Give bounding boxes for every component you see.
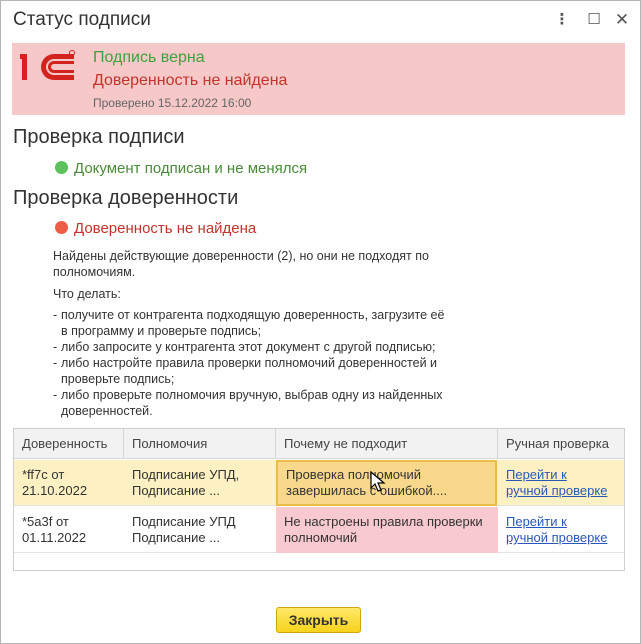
poa-check-heading: Проверка доверенности (13, 187, 239, 209)
list-item: - получите от контрагента подходящую дове… (53, 308, 445, 338)
poa-cell: *5a3f от 01.11.2022 (22, 514, 87, 545)
table-header: Доверенность Полномочия Почему не подход… (14, 429, 624, 459)
column-header-poa[interactable]: Доверенность (14, 429, 124, 459)
list-item: - либо настройте правила проверки полномо… (53, 356, 438, 386)
1c-logo (20, 50, 75, 80)
red-status-icon (55, 221, 68, 234)
manual-check-link[interactable]: Перейти к ручной проверке (506, 467, 624, 499)
advice-list: - получите от контрагента подходящую дове… (53, 307, 493, 419)
poa-not-found-text: Доверенность не найдена (93, 72, 288, 89)
maximize-icon[interactable]: ☐ (584, 10, 604, 30)
column-header-manual[interactable]: Ручная проверка (498, 429, 624, 459)
signature-check-status: Документ подписан и не менялся (55, 160, 307, 177)
signature-check-heading: Проверка подписи (13, 126, 185, 148)
signature-valid-text: Подпись верна (93, 49, 205, 66)
mouse-cursor-icon (370, 471, 386, 492)
reason-cell[interactable]: Проверка полномочий завершилась с ошибкой… (276, 460, 497, 506)
list-item: - либо запросите у контрагента этот докум… (53, 340, 436, 354)
manual-check-cell: Перейти к ручной проверке (498, 460, 624, 506)
title-bar: Статус подписи ⋮ ☐ ✕ (1, 1, 640, 39)
poa-cell: *ff7c от 21.10.2022 (22, 467, 88, 498)
found-poa-text: Найдены действующие доверенности (2), но… (53, 249, 429, 279)
column-header-reason[interactable]: Почему не подходит (276, 429, 498, 459)
signature-status-window: Статус подписи ⋮ ☐ ✕ Подпись верна Довер… (0, 0, 641, 644)
poa-table: Доверенность Полномочия Почему не подход… (13, 428, 625, 571)
powers-cell: Подписание УПД, Подписание ... (132, 467, 240, 498)
column-header-powers[interactable]: Полномочия (124, 429, 276, 459)
table-row[interactable]: *5a3f от 01.11.2022 Подписание УПД Подписа… (14, 507, 624, 553)
manual-check-link[interactable]: Перейти к ручной проверке (506, 514, 624, 546)
close-icon[interactable]: ✕ (612, 10, 632, 30)
manual-check-cell: Перейти к ручной проверке (498, 507, 624, 553)
list-item: - либо проверьте полномочия вручную, выбр… (53, 388, 443, 418)
poa-check-status: Доверенность не найдена (55, 220, 256, 237)
close-button[interactable]: Закрыть (276, 607, 361, 633)
green-status-icon (55, 161, 68, 174)
more-options-icon[interactable]: ⋮ (552, 10, 572, 30)
powers-cell: Подписание УПД Подписание ... (132, 514, 236, 545)
status-banner: Подпись верна Доверенность не найдена Пр… (12, 43, 625, 115)
window-title: Статус подписи (13, 9, 151, 30)
poa-check-status-text: Доверенность не найдена (74, 220, 257, 237)
checked-timestamp: Проверено 15.12.2022 16:00 (93, 96, 252, 110)
table-row[interactable]: *ff7c от 21.10.2022 Подписание УПД, Подпис… (14, 460, 624, 506)
signature-check-status-text: Документ подписан и не менялся (74, 160, 308, 177)
reason-cell[interactable]: Не настроены правила проверки полномочий (276, 507, 498, 553)
what-to-do-label: Что делать: (53, 287, 121, 301)
